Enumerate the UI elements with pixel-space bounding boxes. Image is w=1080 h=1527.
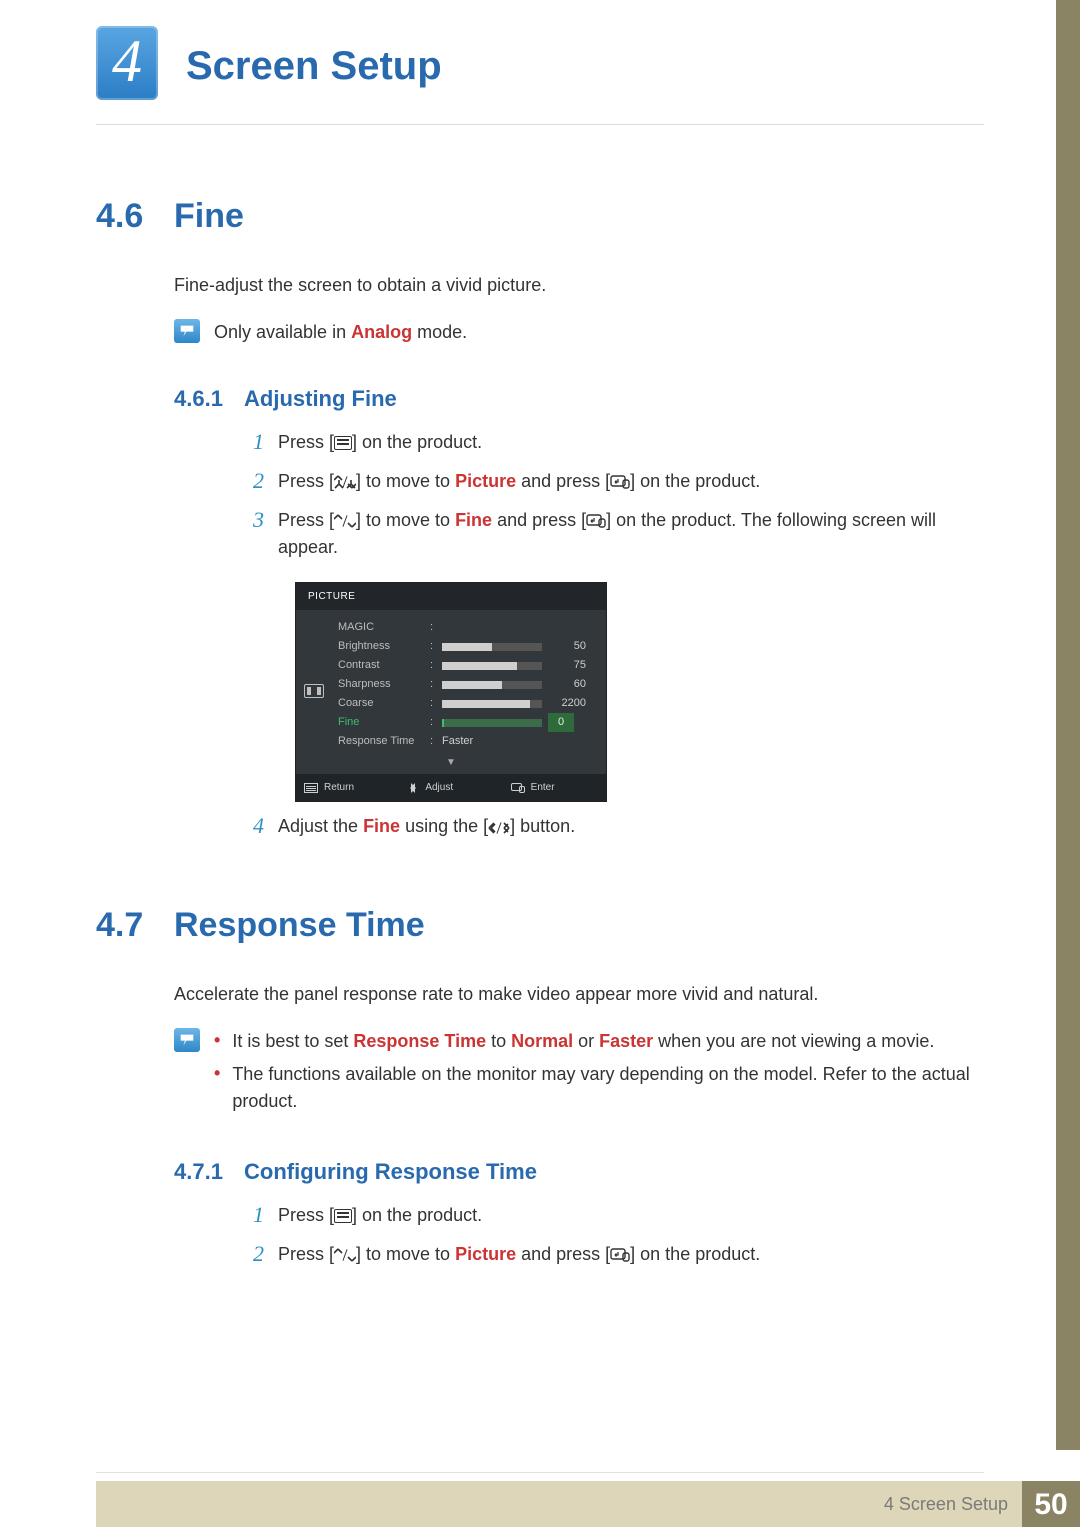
step-4-461: Adjust the Fine using the [] button. — [278, 813, 984, 840]
step-number: 4 — [244, 813, 264, 840]
section-number-46: 4.6 — [96, 191, 174, 242]
footer-chapter-label: 4 Screen Setup — [884, 1481, 1022, 1527]
chapter-number: 4 — [112, 31, 142, 91]
step-1-471: Press [] on the product. — [278, 1202, 984, 1229]
subsection-title-471: Configuring Response Time — [244, 1155, 537, 1188]
step-number: 3 — [244, 507, 264, 561]
osd-category-icon — [304, 684, 324, 698]
up-down-icon — [334, 1248, 356, 1262]
subsection-title-461: Adjusting Fine — [244, 382, 397, 415]
page-number: 50 — [1022, 1481, 1080, 1527]
osd-row-contrast: Contrast:75 — [338, 656, 594, 675]
note-47-line1: It is best to set Response Time to Norma… — [232, 1028, 934, 1055]
section-47-intro: Accelerate the panel response rate to ma… — [174, 981, 984, 1008]
section-title-46: Fine — [174, 191, 244, 242]
section-title-47: Response Time — [174, 900, 425, 951]
step-2-471: Press [] to move to Picture and press []… — [278, 1241, 984, 1268]
header-divider — [96, 124, 984, 125]
chapter-badge: 4 — [96, 26, 158, 100]
osd-row-response-time: Response Time:Faster — [338, 732, 594, 751]
subsection-number-461: 4.6.1 — [174, 382, 244, 415]
osd-return: Return — [296, 774, 399, 801]
bullet-dot: • — [214, 1061, 220, 1115]
note-icon — [174, 1028, 200, 1052]
osd-row-coarse: Coarse:2200 — [338, 694, 594, 713]
footer-strip — [96, 1481, 884, 1527]
step-1-461: Press [] on the product. — [278, 429, 984, 456]
enter-icon — [610, 475, 630, 489]
step-number: 1 — [244, 429, 264, 456]
step-number: 2 — [244, 468, 264, 495]
osd-row-sharpness: Sharpness:60 — [338, 675, 594, 694]
step-number: 2 — [244, 1241, 264, 1268]
page-side-strip — [1056, 0, 1080, 1450]
up-down-icon — [334, 514, 356, 528]
footer-divider — [96, 1472, 984, 1473]
osd-row-magic: MAGIC: — [338, 618, 594, 637]
note-text-46: Only available in Analog mode. — [214, 319, 984, 346]
osd-scroll-down-icon: ▼ — [296, 755, 606, 774]
enter-icon — [586, 514, 606, 528]
chapter-title: Screen Setup — [186, 36, 1080, 96]
menu-icon — [334, 436, 352, 450]
subsection-number-471: 4.7.1 — [174, 1155, 244, 1188]
left-right-icon — [488, 822, 510, 834]
up-down-icon — [334, 475, 356, 489]
note-icon — [174, 319, 200, 343]
osd-title: PICTURE — [296, 583, 606, 610]
osd-adjust: Adjust — [399, 774, 502, 801]
bullet-dot: • — [214, 1028, 220, 1055]
osd-enter: Enter — [503, 774, 606, 801]
step-2-461: Press [] to move to Picture and press []… — [278, 468, 984, 495]
osd-row-fine: Fine:0 — [338, 713, 594, 732]
osd-row-brightness: Brightness:50 — [338, 637, 594, 656]
section-number-47: 4.7 — [96, 900, 174, 951]
osd-picture-menu: PICTURE MAGIC:Brightness:50Contrast:75Sh… — [296, 583, 606, 801]
menu-icon — [334, 1209, 352, 1223]
step-number: 1 — [244, 1202, 264, 1229]
step-3-461: Press [] to move to Fine and press [] on… — [278, 507, 984, 561]
enter-icon — [610, 1248, 630, 1262]
section-46-intro: Fine-adjust the screen to obtain a vivid… — [174, 272, 984, 299]
note-47-line2: The functions available on the monitor m… — [232, 1061, 984, 1115]
